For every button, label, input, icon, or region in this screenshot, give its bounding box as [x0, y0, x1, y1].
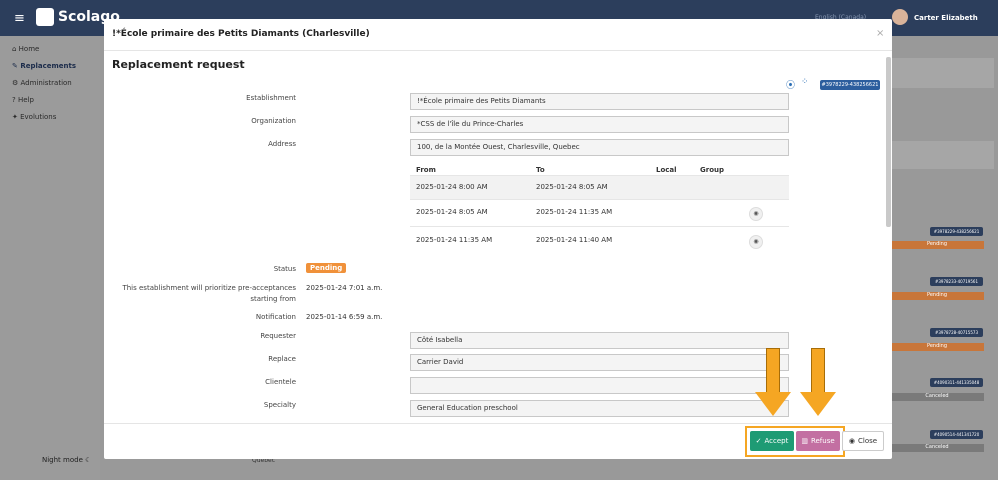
list-id-badge[interactable]: #3978233-40719561 [930, 277, 983, 286]
sidebar-item-evolutions[interactable]: ✦ Evolutions [12, 113, 56, 121]
row-from: 2025-01-24 8:00 AM [416, 183, 488, 191]
row-to: 2025-01-24 11:40 AM [536, 236, 613, 244]
status-badge: Pending [306, 263, 347, 273]
sidebar-item-replacements[interactable]: ✎ Replacements [12, 62, 76, 70]
establishment-field[interactable]: !*École primaire des Petits Diamants [410, 93, 789, 110]
modal-scrollbar[interactable] [886, 57, 891, 227]
clientele-label: Clientele [265, 378, 296, 386]
table-header: Local [656, 166, 677, 174]
notification-label: Notification [255, 313, 296, 321]
row-to: 2025-01-24 11:35 AM [536, 208, 613, 216]
sidebar-item-administration[interactable]: ⚙ Administration [12, 79, 72, 87]
close-button[interactable]: ◉ Close [842, 431, 884, 451]
network-icon[interactable]: ⁘ [801, 77, 809, 87]
table-header: From [416, 166, 436, 174]
list-id-badge[interactable]: #4090311-441335048 [930, 378, 983, 387]
requester-label: Requester [260, 332, 296, 340]
annotation-arrow [766, 348, 780, 393]
requester-field[interactable]: Côté Isabella [410, 332, 789, 349]
list-status-canceled: Canceled [890, 444, 984, 452]
list-status-pending: Pending [890, 343, 984, 351]
modal-heading: Replacement request [112, 58, 245, 71]
address-label: Address [268, 140, 296, 148]
trash-icon: ▥ [801, 437, 808, 445]
refuse-button[interactable]: ▥ Refuse [796, 431, 840, 451]
menu-icon[interactable]: ≡ [14, 11, 25, 26]
organization-field[interactable]: *CSS de l'île du Prince-Charles [410, 116, 789, 133]
request-id-badge[interactable]: #3978229-438256621 [820, 80, 880, 90]
row-from: 2025-01-24 8:05 AM [416, 208, 488, 216]
specialty-field[interactable]: General Education preschool [410, 400, 789, 417]
close-circle-icon: ◉ [848, 437, 856, 445]
modal-title: !*École primaire des Petits Diamants (Ch… [112, 29, 370, 39]
replace-label: Replace [268, 355, 296, 363]
logo-icon [36, 8, 54, 26]
notification-value: 2025-01-14 6:59 a.m. [306, 313, 383, 321]
schedule-table: From To Local Group 2025-01-24 8:00 AM 2… [410, 162, 789, 272]
replace-field[interactable]: Carrier David [410, 354, 789, 371]
clientele-field[interactable] [410, 377, 789, 394]
user-name[interactable]: Carter Elizabeth [914, 14, 978, 22]
annotation-arrowhead [800, 392, 836, 416]
list-status-canceled: Canceled [890, 393, 984, 401]
list-status-pending: Pending [890, 241, 984, 249]
address-field[interactable]: 100, de la Montée Ouest, Charlesville, Q… [410, 139, 789, 156]
footer-divider [104, 423, 892, 424]
prioritize-label: This establishment will prioritize pre-a… [122, 284, 296, 303]
check-icon: ✓ [755, 437, 762, 445]
specialty-label: Specialty [263, 401, 296, 409]
close-icon[interactable]: × [876, 28, 884, 39]
annotation-arrowhead [755, 392, 791, 416]
view-eye-icon[interactable]: ◉ [749, 207, 763, 221]
establishment-label: Establishment [246, 94, 296, 102]
table-header: To [536, 166, 545, 174]
sidebar: ⌂ Home ✎ Replacements ⚙ Administration ?… [0, 36, 100, 480]
organization-label: Organization [251, 117, 296, 125]
night-mode-toggle[interactable]: Night mode ☾ [42, 456, 91, 464]
list-id-badge[interactable]: #4090514-441341720 [930, 430, 983, 439]
sidebar-item-home[interactable]: ⌂ Home [12, 45, 39, 53]
map-pin-icon[interactable]: ⦿ [786, 78, 795, 91]
modal-divider [104, 50, 892, 51]
view-eye-icon[interactable]: ◉ [749, 235, 763, 249]
row-from: 2025-01-24 11:35 AM [416, 236, 493, 244]
avatar[interactable] [892, 9, 908, 25]
row-to: 2025-01-24 8:05 AM [536, 183, 608, 191]
status-label: Status [273, 265, 296, 273]
annotation-arrow [811, 348, 825, 393]
list-id-badge[interactable]: #3978728-40715573 [930, 328, 983, 337]
list-status-pending: Pending [890, 292, 984, 300]
sidebar-item-help[interactable]: ? Help [12, 96, 34, 104]
table-header: Group [700, 166, 725, 174]
prioritize-value: 2025-01-24 7:01 a.m. [306, 284, 383, 292]
list-id-badge[interactable]: #3978229-438256621 [930, 227, 983, 236]
accept-button[interactable]: ✓ Accept [750, 431, 794, 451]
